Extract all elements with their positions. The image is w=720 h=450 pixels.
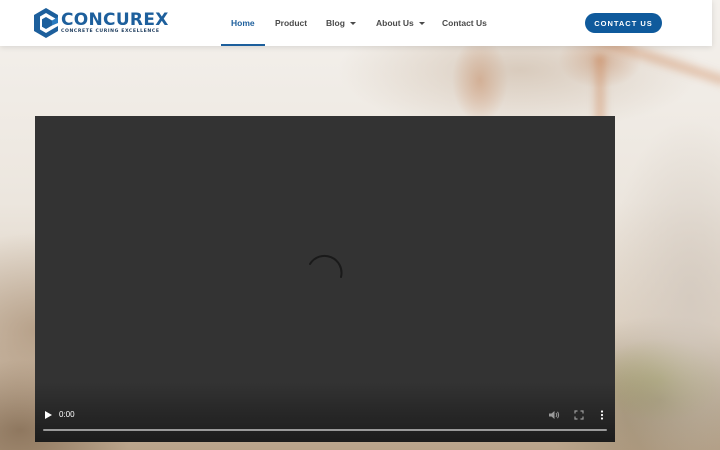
video-player[interactable]: 0:00 — [35, 116, 615, 442]
nav-item-label: About Us — [376, 18, 414, 28]
nav-item-label: Product — [275, 18, 308, 28]
logo-hexagon-icon — [34, 8, 58, 38]
nav-item-blog[interactable]: Blog — [326, 0, 356, 46]
chevron-down-icon — [418, 21, 425, 25]
brand-tagline: CONCRETE CURING EXCELLENCE — [61, 29, 160, 34]
play-icon[interactable] — [44, 410, 53, 420]
nav-item-product[interactable]: Product — [275, 0, 307, 46]
nav-item-contact-us[interactable]: Contact Us — [442, 0, 487, 46]
chevron-down-icon — [349, 21, 356, 25]
video-time: 0:00 — [59, 410, 75, 419]
nav-item-home[interactable]: Home — [221, 0, 265, 46]
site-header: CONCUREX CONCRETE CURING EXCELLENCE Home… — [0, 0, 712, 46]
loading-spinner-icon — [309, 254, 343, 278]
more-options-icon[interactable] — [599, 410, 605, 420]
contact-us-button[interactable]: CONTACT US — [585, 13, 662, 33]
video-progress-bar[interactable] — [43, 429, 607, 431]
nav-item-about-us[interactable]: About Us — [376, 0, 425, 46]
logo[interactable]: CONCUREX CONCRETE CURING EXCELLENCE — [34, 8, 169, 38]
nav-item-label: Contact Us — [442, 18, 487, 28]
brand-name: CONCUREX — [61, 10, 169, 30]
fullscreen-icon[interactable] — [574, 410, 584, 420]
nav-item-label: Blog — [326, 18, 345, 28]
nav-item-label: Home — [231, 18, 255, 28]
video-controls: 0:00 — [35, 402, 615, 442]
logo-text: CONCUREX CONCRETE CURING EXCELLENCE — [61, 11, 169, 35]
volume-icon[interactable] — [549, 410, 560, 420]
